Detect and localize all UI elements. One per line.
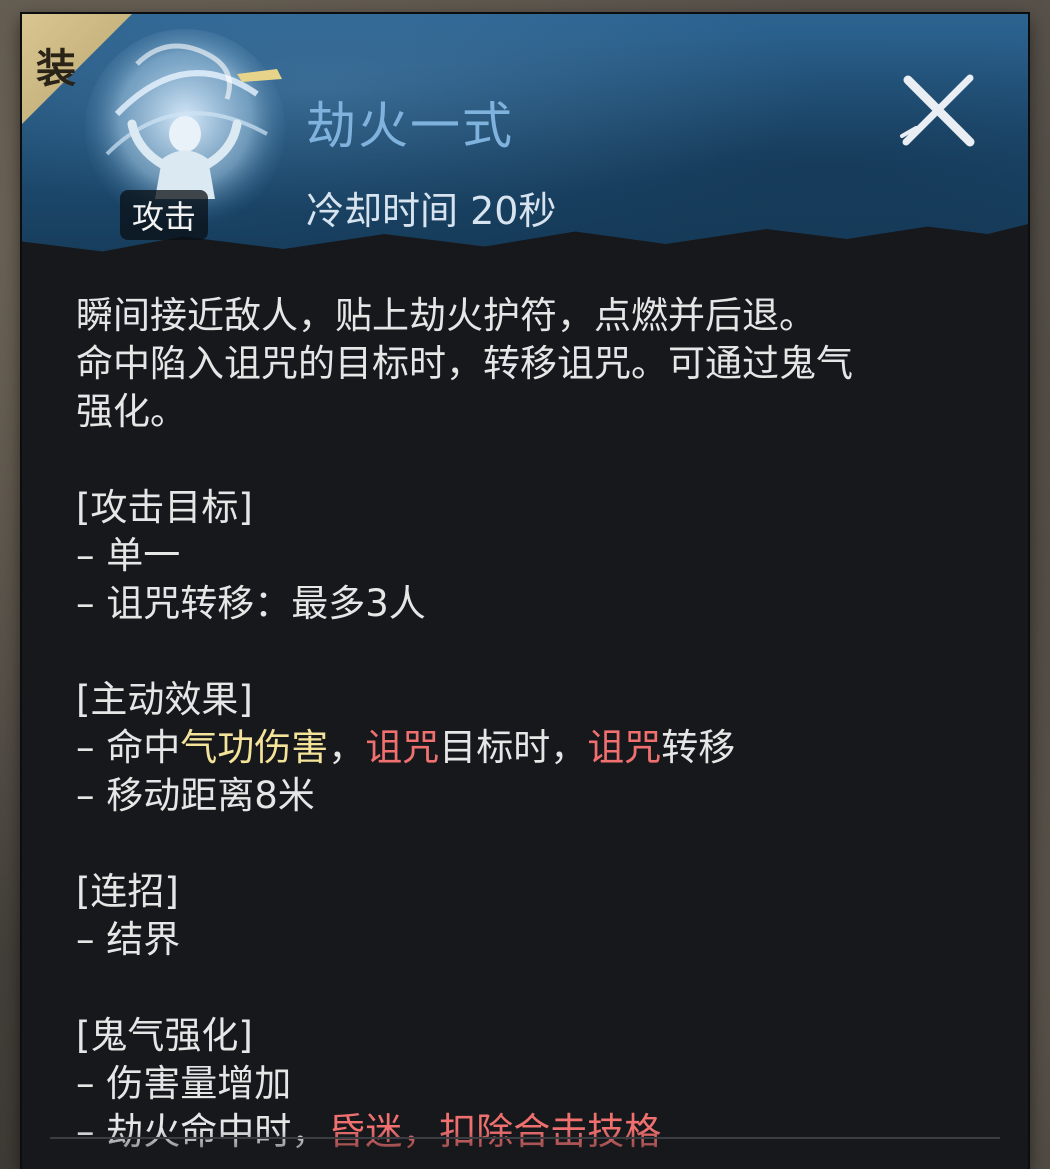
highlight-curse: 诅咒 xyxy=(365,726,440,769)
active-effect-item: – 移动距离8米 xyxy=(76,774,315,817)
cooldown-text: 冷却时间 20秒 xyxy=(306,189,557,233)
text-segment: 转移 xyxy=(661,726,736,769)
description-line: 命中陷入诅咒的目标时，转移诅咒。可通过鬼气 xyxy=(76,342,853,385)
attack-target-item: – 单一 xyxy=(76,534,181,577)
text-segment: 目标时， xyxy=(439,726,588,769)
description-line: 强化。 xyxy=(76,390,187,433)
scroll-fade xyxy=(22,1129,1028,1169)
section-title-ghost-enhance: [鬼气强化] xyxy=(76,1014,253,1057)
skill-name: 劫火一式 xyxy=(306,97,514,155)
combo-item: – 结界 xyxy=(76,918,181,961)
section-title-attack-target: [攻击目标] xyxy=(76,486,253,529)
ghost-enhance-item: – 伤害量增加 xyxy=(76,1062,292,1105)
divider xyxy=(50,1137,1000,1139)
active-effect-item: – 命中气功伤害，诅咒目标时，诅咒转移 xyxy=(76,724,976,772)
skill-description: 瞬间接近敌人，贴上劫火护符，点燃并后退。 命中陷入诅咒的目标时，转移诅咒。可通过… xyxy=(76,292,976,1156)
skill-type-label: 攻击 xyxy=(120,190,209,240)
close-icon[interactable] xyxy=(894,66,984,156)
text-segment: ， xyxy=(328,726,366,769)
section-title-combo: [连招] xyxy=(76,870,179,913)
text-segment: – 命中 xyxy=(76,726,181,769)
section-title-active-effect: [主动效果] xyxy=(76,678,253,721)
highlight-qigong-damage: 气功伤害 xyxy=(180,726,329,769)
skill-tooltip-panel: 装 攻击 劫火一式 冷却时间 20秒 瞬间接近敌人，贴上劫火护符，点燃并后退。 … xyxy=(22,14,1028,1169)
attack-target-item: – 诅咒转移：最多3人 xyxy=(76,582,426,625)
description-line: 瞬间接近敌人，贴上劫火护符，点燃并后退。 xyxy=(76,294,816,337)
equipped-badge-label: 装 xyxy=(36,46,76,92)
highlight-curse: 诅咒 xyxy=(587,726,662,769)
